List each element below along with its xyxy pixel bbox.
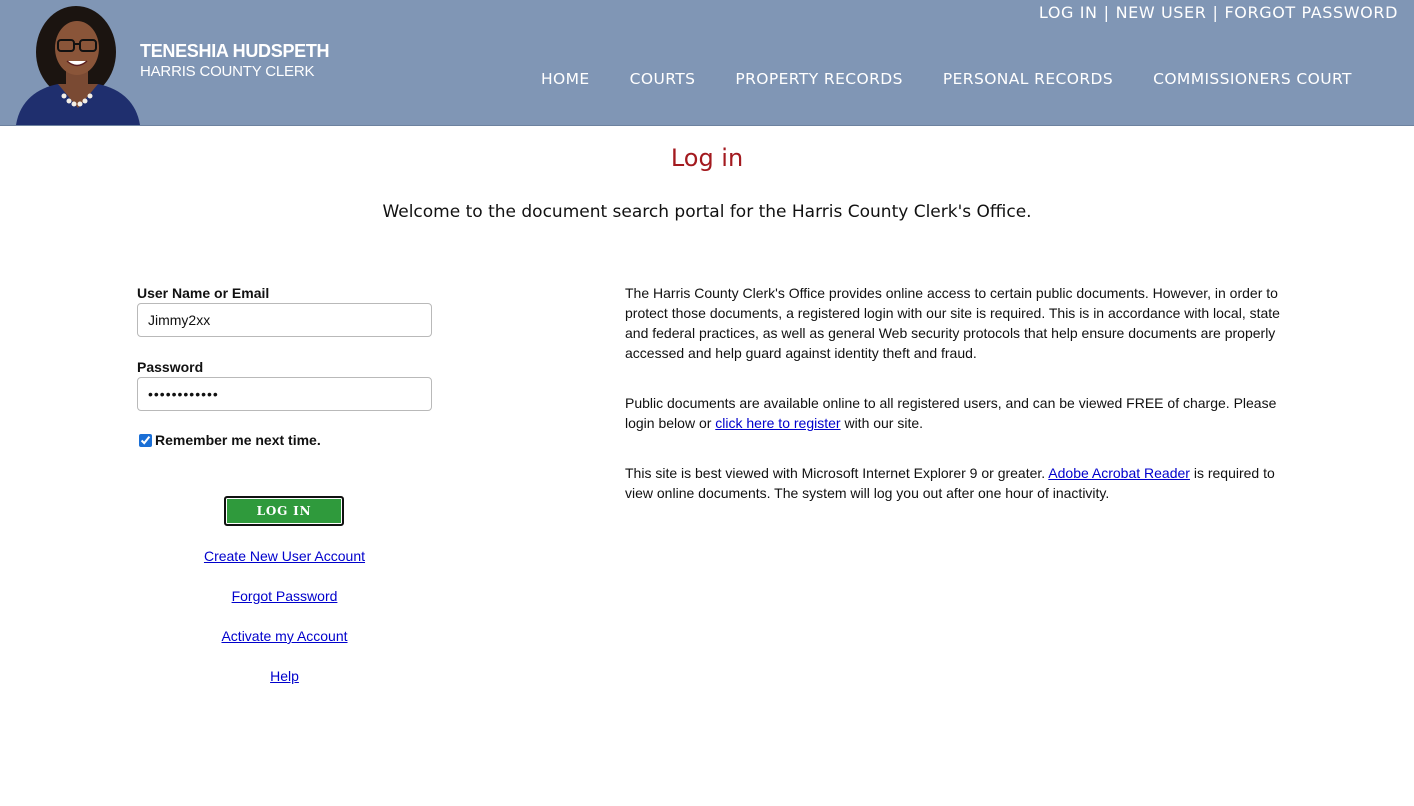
info-paragraph-access: The Harris County Clerk's Office provide… <box>625 285 1280 361</box>
page-title: Log in <box>670 144 744 172</box>
password-input[interactable] <box>137 377 432 411</box>
nav-courts[interactable]: COURTS <box>630 70 696 88</box>
register-link[interactable]: click here to register <box>715 415 840 431</box>
login-button[interactable]: LOG IN <box>224 496 344 526</box>
forgot-password-link[interactable]: Forgot Password <box>137 588 432 604</box>
nav-property-records[interactable]: PROPERTY RECORDS <box>735 70 903 88</box>
create-account-link[interactable]: Create New User Account <box>137 548 432 564</box>
utility-links: LOG IN | NEW USER | FORGOT PASSWORD <box>1039 3 1398 22</box>
nav-personal-records[interactable]: PERSONAL RECORDS <box>943 70 1113 88</box>
remember-me: Remember me next time. <box>139 432 321 448</box>
activate-account-link[interactable]: Activate my Account <box>137 628 432 644</box>
util-forgot-password-link[interactable]: FORGOT PASSWORD <box>1225 3 1399 22</box>
site-header: TENESHIA HUDSPETH HARRIS COUNTY CLERK LO… <box>0 0 1414 126</box>
clerk-portrait <box>14 4 142 125</box>
info-paragraph-browser: This site is best viewed with Microsoft … <box>625 463 1285 503</box>
remember-checkbox[interactable] <box>139 433 152 447</box>
nav-home[interactable]: HOME <box>541 70 590 88</box>
password-label: Password <box>137 359 204 375</box>
info-paragraph-register: Public documents are available online to… <box>625 393 1285 433</box>
username-input[interactable] <box>137 303 432 337</box>
util-new-user-link[interactable]: NEW USER <box>1116 3 1207 22</box>
adobe-reader-link[interactable]: Adobe Acrobat Reader <box>1048 465 1190 481</box>
remember-label[interactable]: Remember me next time. <box>155 432 321 448</box>
info-text: This site is best viewed with Microsoft … <box>625 465 1049 481</box>
help-link[interactable]: Help <box>137 668 432 684</box>
nav-commissioners-court[interactable]: COMMISSIONERS COURT <box>1153 70 1352 88</box>
clerk-name: TENESHIA HUDSPETH <box>140 41 330 61</box>
util-separator: | <box>1212 3 1219 22</box>
info-text: with our site. <box>840 415 924 431</box>
util-separator: | <box>1103 3 1110 22</box>
username-label: User Name or Email <box>137 285 270 301</box>
clerk-title: HARRIS COUNTY CLERK <box>140 63 315 80</box>
util-login-link[interactable]: LOG IN <box>1039 3 1098 22</box>
welcome-message: Welcome to the document search portal fo… <box>382 202 1032 222</box>
main-nav: HOME COURTS PROPERTY RECORDS PERSONAL RE… <box>541 70 1352 88</box>
